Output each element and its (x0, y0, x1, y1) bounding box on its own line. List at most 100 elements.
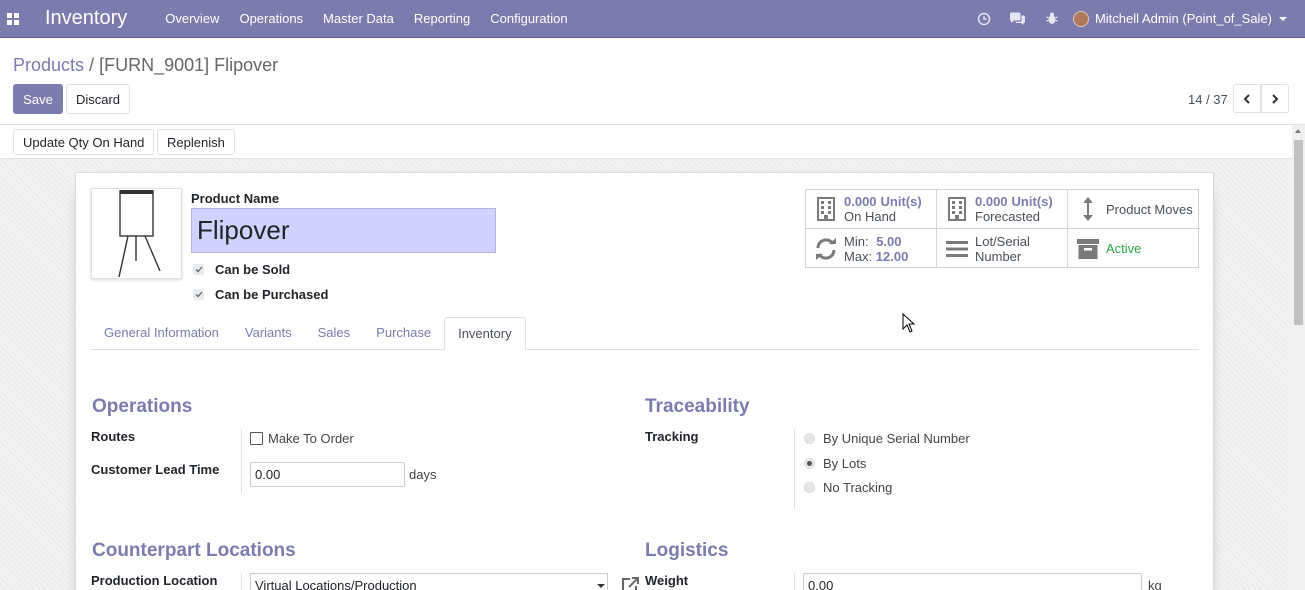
divider (241, 429, 242, 493)
tab-inventory[interactable]: Inventory (444, 317, 526, 350)
production-location-select[interactable]: Virtual Locations/Production (250, 573, 608, 590)
tab-general-information[interactable]: General Information (91, 317, 232, 350)
on-hand-label: On Hand (844, 209, 897, 224)
active-label: Active (1106, 241, 1142, 256)
page-scrollbar[interactable] (1292, 125, 1305, 590)
breadcrumb-products-link[interactable]: Products (13, 55, 84, 75)
production-location-value: Virtual Locations/Production (255, 578, 417, 590)
product-name-input[interactable] (191, 208, 496, 253)
product-moves-button[interactable]: Product Moves (1068, 190, 1200, 229)
tracking-option-lots[interactable]: By Lots (804, 456, 866, 471)
product-moves-label: Product Moves (1106, 201, 1193, 217)
check-icon (195, 291, 202, 298)
save-button[interactable]: Save (13, 84, 63, 114)
min-value: 5.00 (876, 233, 902, 249)
chevron-left-icon (1243, 93, 1250, 104)
notebook-tabs: General Information Variants Sales Purch… (91, 317, 1199, 350)
forecasted-button[interactable]: 0.000 Unit(s) Forecasted (937, 190, 1068, 229)
weight-unit: kg (1148, 578, 1162, 590)
tracking-option-none-label: No Tracking (823, 480, 893, 495)
product-name-label: Product Name (191, 191, 280, 206)
reordering-rules-button[interactable]: Min: 5.00 Max: 12.00 (806, 229, 937, 268)
mouse-cursor-icon (902, 312, 916, 336)
divider (794, 429, 795, 509)
min-label: Min: (844, 233, 869, 249)
pager-value[interactable]: 14 / 37 (1188, 92, 1228, 107)
messaging-chat-icon[interactable] (1001, 0, 1035, 38)
radio-none[interactable] (804, 482, 815, 493)
update-qty-on-hand-button[interactable]: Update Qty On Hand (13, 129, 155, 155)
make-to-order-field[interactable]: Make To Order (250, 431, 354, 446)
pager-next-button[interactable] (1261, 84, 1289, 113)
tracking-option-lots-label: By Lots (823, 456, 867, 471)
divider (241, 573, 242, 590)
menu-master-data[interactable]: Master Data (313, 0, 404, 38)
breadcrumb-separator: / (89, 55, 95, 75)
chevron-right-icon (1272, 93, 1279, 104)
activity-clock-icon[interactable] (967, 0, 1001, 38)
weight-input[interactable] (803, 573, 1142, 590)
customer-lead-time-label: Customer Lead Time (91, 462, 220, 477)
max-value: 12.00 (875, 248, 909, 264)
menu-reporting[interactable]: Reporting (404, 0, 480, 38)
max-label: Max: (844, 248, 873, 264)
can-be-purchased-checkbox[interactable] (193, 289, 204, 300)
tab-sales[interactable]: Sales (305, 317, 364, 350)
can-be-sold-checkbox[interactable] (193, 264, 204, 275)
scrollbar-thumb[interactable] (1294, 140, 1303, 325)
external-link-icon[interactable] (620, 576, 640, 590)
refresh-icon (814, 235, 838, 263)
form-statusbar: Update Qty On Hand Replenish (0, 125, 1292, 159)
apps-menu-icon[interactable] (0, 0, 26, 38)
can-be-purchased-field[interactable]: Can be Purchased (193, 287, 328, 302)
menu-configuration[interactable]: Configuration (480, 0, 577, 38)
top-navbar: Inventory Overview Operations Master Dat… (0, 0, 1305, 38)
tab-purchase[interactable]: Purchase (363, 317, 444, 350)
check-icon (195, 266, 202, 273)
control-panel: Products / [FURN_9001] Flipover Save Dis… (0, 41, 1305, 125)
menu-operations[interactable]: Operations (229, 0, 313, 38)
user-menu[interactable]: Mitchell Admin (Point_of_Sale) (1072, 10, 1287, 27)
user-name: Mitchell Admin (Point_of_Sale) (1094, 11, 1272, 26)
traceability-title: Traceability (645, 396, 750, 417)
can-be-purchased-label: Can be Purchased (215, 287, 329, 302)
tracking-option-none[interactable]: No Tracking (804, 480, 892, 495)
on-hand-unit: Unit(s) (880, 194, 922, 209)
menu-overview[interactable]: Overview (155, 0, 229, 38)
weight-label: Weight (645, 573, 689, 588)
debug-bug-icon[interactable] (1035, 0, 1069, 38)
operations-title: Operations (92, 396, 193, 417)
avatar (1072, 10, 1089, 27)
scroll-up-arrow-icon[interactable] (1295, 129, 1301, 133)
lot-serial-label-2: Number (975, 248, 1022, 264)
breadcrumb-current: [FURN_9001] Flipover (99, 55, 279, 75)
vertical-arrows-icon (1076, 195, 1100, 223)
counterpart-locations-title: Counterpart Locations (92, 540, 296, 561)
list-bars-icon (945, 235, 969, 263)
active-toggle-button[interactable]: Active (1068, 229, 1200, 268)
forecast-unit: Unit(s) (1011, 194, 1053, 209)
chevron-down-icon (1279, 16, 1287, 21)
radio-serial[interactable] (804, 433, 815, 444)
divider (794, 573, 795, 590)
tab-variants[interactable]: Variants (232, 317, 305, 350)
breadcrumb: Products / [FURN_9001] Flipover (13, 55, 278, 76)
customer-lead-time-input[interactable] (250, 462, 405, 487)
can-be-sold-field[interactable]: Can be Sold (193, 262, 290, 277)
tracking-label: Tracking (645, 429, 699, 444)
smart-buttons: 0.000 Unit(s) On Hand 0.000 Unit(s) Foreca… (805, 189, 1200, 268)
radio-lots[interactable] (804, 458, 815, 469)
on-hand-button[interactable]: 0.000 Unit(s) On Hand (806, 190, 937, 229)
logistics-title: Logistics (645, 540, 729, 561)
lot-serial-button[interactable]: Lot/Serial Number (937, 229, 1068, 268)
make-to-order-checkbox[interactable] (250, 432, 263, 445)
replenish-button[interactable]: Replenish (157, 129, 235, 155)
lead-time-suffix: days (409, 467, 437, 482)
discard-button[interactable]: Discard (66, 84, 130, 114)
pager-previous-button[interactable] (1233, 84, 1261, 113)
tracking-option-serial[interactable]: By Unique Serial Number (804, 431, 970, 446)
app-brand[interactable]: Inventory (45, 7, 127, 30)
forecast-qty: 0.000 (975, 194, 1008, 209)
tracking-option-serial-label: By Unique Serial Number (823, 431, 970, 446)
product-image[interactable] (91, 188, 182, 279)
